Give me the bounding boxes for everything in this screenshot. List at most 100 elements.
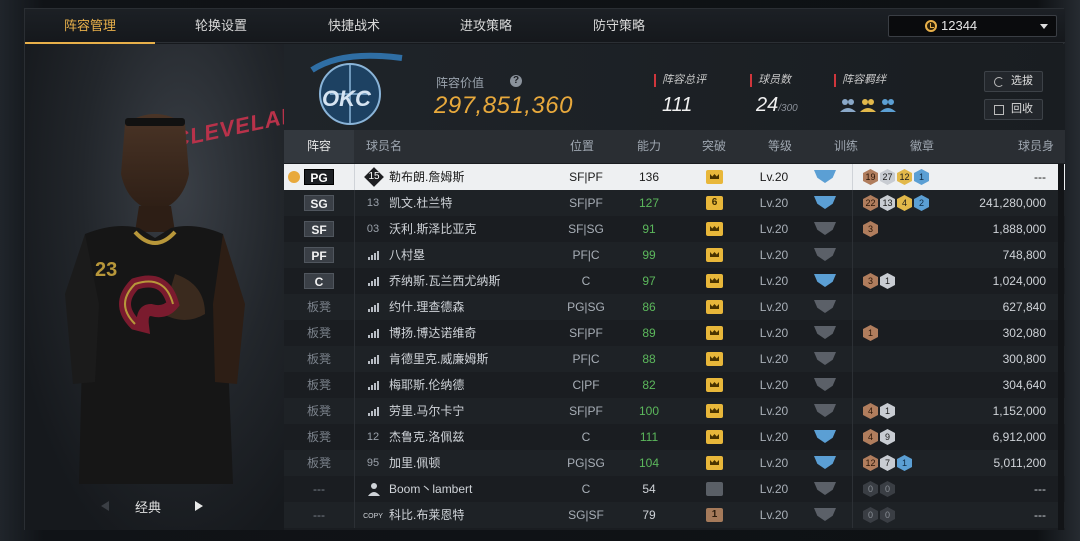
- currency-amount: 12344: [941, 18, 978, 33]
- training[interactable]: [804, 372, 854, 398]
- divider: [852, 424, 853, 450]
- tab-offense-strategy[interactable]: 进攻策略: [421, 9, 551, 43]
- divider: [852, 502, 853, 528]
- table-row[interactable]: 板凳 约什.理查德森 PG|SG 86 Lv.20 627,840: [284, 294, 1065, 320]
- badge-hex-icon: 1: [880, 273, 895, 289]
- players-count-value: 24: [756, 94, 779, 116]
- tab-defense-strategy[interactable]: 防守策略: [554, 9, 684, 43]
- bond-group-icon-2: [860, 99, 876, 112]
- player-ability: 88: [642, 352, 656, 366]
- arrow-left-icon[interactable]: [101, 501, 109, 511]
- table-row[interactable]: SF 03 沃利.斯泽比亚克 SF|SG 91 Lv.20 3 1,888,000: [284, 216, 1065, 242]
- bench-label: 板凳: [306, 326, 331, 340]
- lineup-slot: PG: [284, 164, 354, 190]
- player-level: Lv.20: [759, 248, 789, 262]
- breakthrough: [684, 164, 744, 190]
- training[interactable]: [804, 476, 854, 502]
- player-level: Lv.20: [759, 508, 789, 522]
- player-position: SF|PF: [569, 196, 603, 210]
- badge-hex-icon: 9: [880, 429, 895, 445]
- table-row[interactable]: 板凳 梅耶斯.伦纳德 C|PF 82 Lv.20 304,640: [284, 372, 1065, 398]
- tab-quick-tactics[interactable]: 快捷战术: [289, 9, 419, 43]
- player-name: 沃利.斯泽比亚克: [389, 222, 477, 236]
- training[interactable]: [804, 346, 854, 372]
- training-shield-icon: [814, 196, 836, 209]
- training[interactable]: [804, 164, 854, 190]
- table-row[interactable]: 板凳 博扬.博达诺维奇 SF|PF 89 Lv.20 1 302,080: [284, 320, 1065, 346]
- table-row[interactable]: --- COPY 科比.布莱恩特 SG|SF 79 1 Lv.20 0 0 ---: [284, 502, 1065, 528]
- player-name: 肯德里克.威廉姆斯: [389, 352, 489, 366]
- table-row[interactable]: C 乔纳斯.瓦兰西尤纳斯 C 97 Lv.20 3 1 1,024,000: [284, 268, 1065, 294]
- badge-hex-icon: 0: [880, 481, 895, 497]
- select-button[interactable]: 选拔: [984, 71, 1043, 92]
- training[interactable]: [804, 190, 854, 216]
- recall-button[interactable]: 回收: [984, 99, 1043, 120]
- player-level: Lv.20: [759, 378, 789, 392]
- col-training[interactable]: 训练: [834, 130, 858, 163]
- table-row[interactable]: SG 13 凯文.杜兰特 SF|PF 127 6 Lv.20 22 13 4 2 241,280,00…: [284, 190, 1065, 216]
- training[interactable]: [804, 268, 854, 294]
- player-value: 6,912,000: [992, 430, 1046, 444]
- training[interactable]: [804, 502, 854, 528]
- signal-bars-icon: [368, 277, 379, 286]
- col-player-name[interactable]: 球员名: [366, 130, 402, 163]
- training[interactable]: [804, 450, 854, 476]
- crown-icon: [706, 170, 723, 184]
- tab-lineup-management[interactable]: 阵容管理: [25, 9, 155, 44]
- training[interactable]: [804, 424, 854, 450]
- badge-hex-icon: 4: [863, 429, 878, 445]
- featured-label: 经典: [135, 500, 162, 515]
- training[interactable]: [804, 294, 854, 320]
- crown-icon: [706, 430, 723, 444]
- divider: [354, 450, 355, 476]
- signal-bars-icon: [368, 303, 379, 312]
- col-breakthrough[interactable]: 突破: [702, 130, 726, 163]
- tab-rotation-settings[interactable]: 轮换设置: [156, 9, 286, 43]
- training[interactable]: [804, 398, 854, 424]
- jersey-number: [362, 268, 384, 294]
- position-slot-badge: PG: [304, 169, 334, 185]
- bench-label: 板凳: [306, 430, 331, 444]
- col-ability[interactable]: 能力: [637, 130, 661, 163]
- jersey-number: 03: [362, 216, 384, 242]
- breakthrough: 1: [684, 502, 744, 528]
- table-row[interactable]: PG 15 勒布朗.詹姆斯 SF|PF 136 Lv.20 19 27 12 1 ---: [284, 164, 1065, 190]
- copy-tag: COPY: [363, 513, 383, 520]
- player-ability: 99: [642, 248, 656, 262]
- crown-icon: [706, 456, 723, 470]
- table-row[interactable]: 板凳 95 加里.佩顿 PG|SG 104 Lv.20 12 7 1 5,011,200: [284, 450, 1065, 476]
- divider: [852, 450, 853, 476]
- col-lineup[interactable]: 阵容: [284, 130, 354, 163]
- help-icon[interactable]: ?: [510, 75, 522, 87]
- breakthrough: [684, 320, 744, 346]
- training-shield-icon: [814, 456, 836, 469]
- divider: [354, 164, 355, 190]
- col-level[interactable]: 等级: [768, 130, 792, 163]
- divider: [852, 242, 853, 268]
- training-shield-icon: [814, 274, 836, 287]
- player-ability: 111: [639, 430, 659, 444]
- training-shield-icon: [814, 508, 836, 521]
- table-row[interactable]: --- Boom丶lambert C 54 Lv.20 0 0 ---: [284, 476, 1065, 502]
- scrollbar[interactable]: [1058, 164, 1064, 530]
- table-row[interactable]: PF 八村塁 PF|C 99 Lv.20 748,800: [284, 242, 1065, 268]
- divider: [852, 294, 853, 320]
- table-row[interactable]: 板凳 劳里.马尔卡宁 SF|PF 100 Lv.20 4 1 1,152,000: [284, 398, 1065, 424]
- table-row[interactable]: 板凳 12 杰鲁克.洛佩兹 C 111 Lv.20 4 9 6,912,000: [284, 424, 1065, 450]
- table-row[interactable]: 板凳 肯德里克.威廉姆斯 PF|C 88 Lv.20 300,800: [284, 346, 1065, 372]
- lineup-slot: C: [284, 268, 354, 294]
- player-value: 1,024,000: [992, 274, 1046, 288]
- bond-icons[interactable]: [838, 96, 900, 114]
- jersey-number: [362, 476, 384, 502]
- col-position[interactable]: 位置: [570, 130, 594, 163]
- training[interactable]: [804, 320, 854, 346]
- training[interactable]: [804, 216, 854, 242]
- player-ability: 79: [642, 508, 656, 522]
- training[interactable]: [804, 242, 854, 268]
- currency-dropdown[interactable]: 12344: [888, 15, 1057, 37]
- col-badges[interactable]: 徽章: [910, 130, 934, 163]
- player-level: Lv.20: [759, 430, 789, 444]
- arrow-right-icon[interactable]: [195, 501, 203, 511]
- tab-bar: 阵容管理 轮换设置 快捷战术 进攻策略 防守策略 12344: [25, 9, 1065, 44]
- breakthrough: [684, 476, 744, 502]
